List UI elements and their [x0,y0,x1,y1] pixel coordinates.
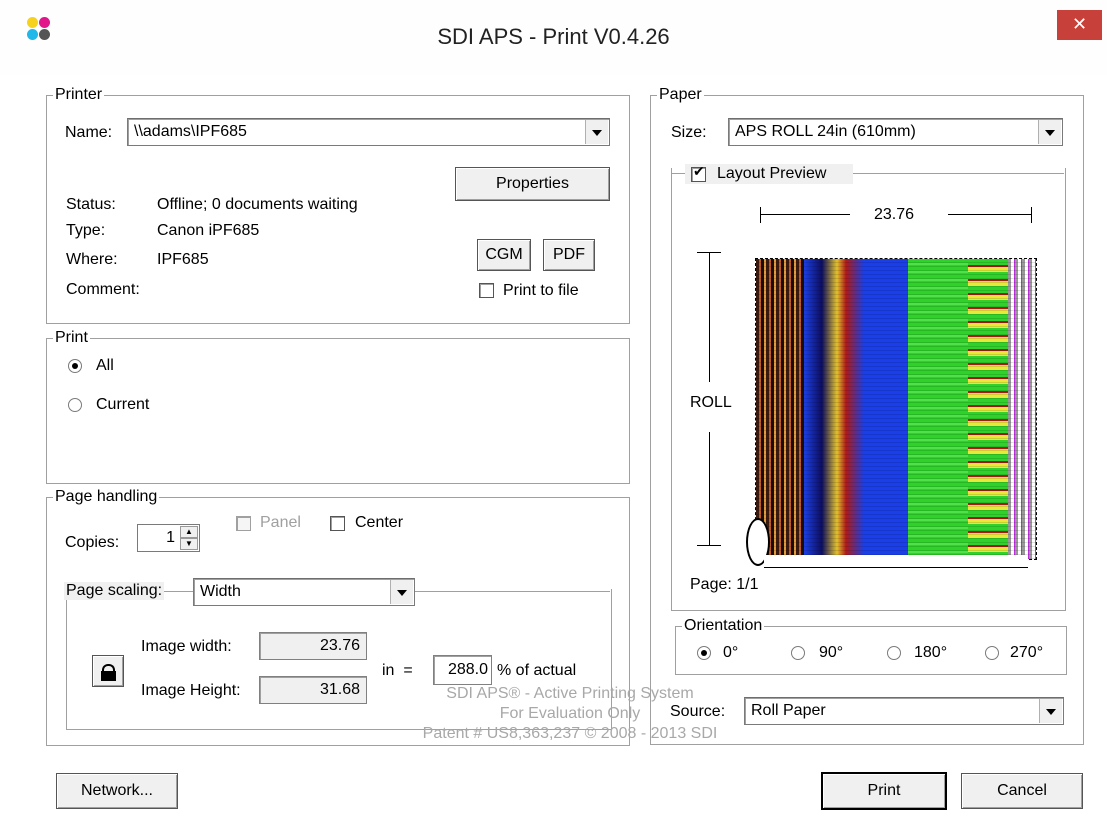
panel-label: Panel [260,514,301,531]
percent-field[interactable]: 288.0 [433,655,492,685]
roll-arrow-top-line [709,252,710,382]
window-left-edge [0,75,10,834]
spinner-down-icon[interactable]: ▼ [180,538,198,550]
footer-info-line3: Patent # US8,363,237 © 2008 - 2013 SDI [422,725,718,742]
type-value: Canon iPF685 [157,222,260,239]
window-title: SDI APS - Print V0.4.26 [437,24,670,49]
width-dimension-left-line [760,214,850,215]
page-handling-group-label: Page handling [55,488,158,505]
footer-info: SDI APS® - Active Printing System For Ev… [400,684,740,744]
copies-label: Copies: [65,534,120,551]
in-equals-label: in = [382,662,413,679]
where-label: Where: [66,251,118,268]
layout-preview-image [755,258,1037,560]
page-scaling-label: Page scaling: [64,582,165,600]
roll-paper-tail [764,555,1028,568]
orientation-90-label[interactable]: 90° [819,644,843,662]
orientation-270-radio[interactable] [985,646,999,660]
page-scaling-value: Width [200,583,241,600]
footer-info-line2: For Evaluation Only [499,705,641,722]
center-label[interactable]: Center [355,514,403,532]
lock-body [101,671,116,681]
width-dimension-left-tick [760,207,761,223]
close-button[interactable]: ✕ [1057,10,1102,40]
chevron-down-icon[interactable] [585,120,608,144]
aspect-lock-button[interactable] [92,655,124,687]
image-height-field[interactable]: 31.68 [259,676,367,704]
percent-of-actual-label: % of actual [497,662,577,679]
page-scaling-select[interactable]: Width [193,578,415,606]
cgm-button[interactable]: CGM [477,239,531,271]
where-value: IPF685 [157,251,209,268]
status-label: Status: [66,196,116,213]
orientation-180-radio[interactable] [887,646,901,660]
print-current-label[interactable]: Current [96,396,149,414]
width-dimension-right-line [948,214,1032,215]
chevron-down-icon[interactable] [1039,699,1062,723]
copies-value: 1 [166,529,175,546]
roll-label: ROLL [690,394,732,411]
orientation-180-label[interactable]: 180° [914,644,947,662]
print-range-group-label: Print [55,329,88,346]
network-button[interactable]: Network... [56,773,178,809]
layout-preview-label[interactable]: Layout Preview [717,165,826,183]
print-to-file-label[interactable]: Print to file [503,282,579,300]
center-checkbox[interactable] [330,516,345,531]
status-value: Offline; 0 documents waiting [157,196,358,213]
printer-name-label: Name: [65,124,113,141]
image-width-label: Image width: [141,638,232,655]
orientation-270-label[interactable]: 270° [1010,644,1043,662]
properties-button[interactable]: Properties [455,167,610,201]
chevron-down-icon[interactable] [1038,120,1061,144]
print-all-radio[interactable] [68,359,82,373]
page-count-label: Page: 1/1 [690,576,759,593]
spinner-up-icon[interactable]: ▲ [180,526,198,538]
print-to-file-checkbox[interactable] [479,283,494,298]
panel-checkbox [236,516,251,531]
roll-arrow-bottom-bar [697,545,721,546]
comment-label: Comment: [66,281,140,298]
orientation-0-radio[interactable] [697,646,711,660]
orientation-0-label[interactable]: 0° [723,644,738,662]
copies-spinner[interactable]: 1 ▲ ▼ [137,524,200,552]
printer-name-select[interactable]: \\adams\IPF685 [127,118,610,146]
checkmark-icon: ✔ [693,164,705,180]
cancel-button[interactable]: Cancel [961,773,1083,809]
width-dimension-right-tick [1031,207,1032,223]
size-label: Size: [671,124,707,141]
print-button[interactable]: Print [821,772,947,810]
orientation-90-radio[interactable] [791,646,805,660]
roll-arrow-bottom-line [709,432,710,545]
paper-size-value: APS ROLL 24in (610mm) [735,123,916,140]
width-dimension-value: 23.76 [874,206,915,223]
printer-group-label: Printer [55,86,103,103]
print-current-radio[interactable] [68,398,82,412]
chevron-down-icon[interactable] [390,580,413,604]
paper-size-select[interactable]: APS ROLL 24in (610mm) [728,118,1063,146]
footer-info-line1: SDI APS® - Active Printing System [446,685,694,702]
type-label: Type: [66,222,106,239]
source-value: Roll Paper [751,702,826,719]
layout-preview-checkbox[interactable]: ✔ [691,164,706,182]
paper-group-label: Paper [659,86,702,103]
printer-name-value: \\adams\IPF685 [134,123,247,140]
image-width-field[interactable]: 23.76 [259,632,367,660]
title-bar[interactable]: SDI APS - Print V0.4.26 ✕ [0,0,1107,75]
print-all-label[interactable]: All [96,357,114,375]
source-select[interactable]: Roll Paper [744,697,1064,725]
orientation-group-label: Orientation [684,617,763,634]
image-height-label: Image Height: [141,682,241,699]
pdf-button[interactable]: PDF [543,239,595,271]
